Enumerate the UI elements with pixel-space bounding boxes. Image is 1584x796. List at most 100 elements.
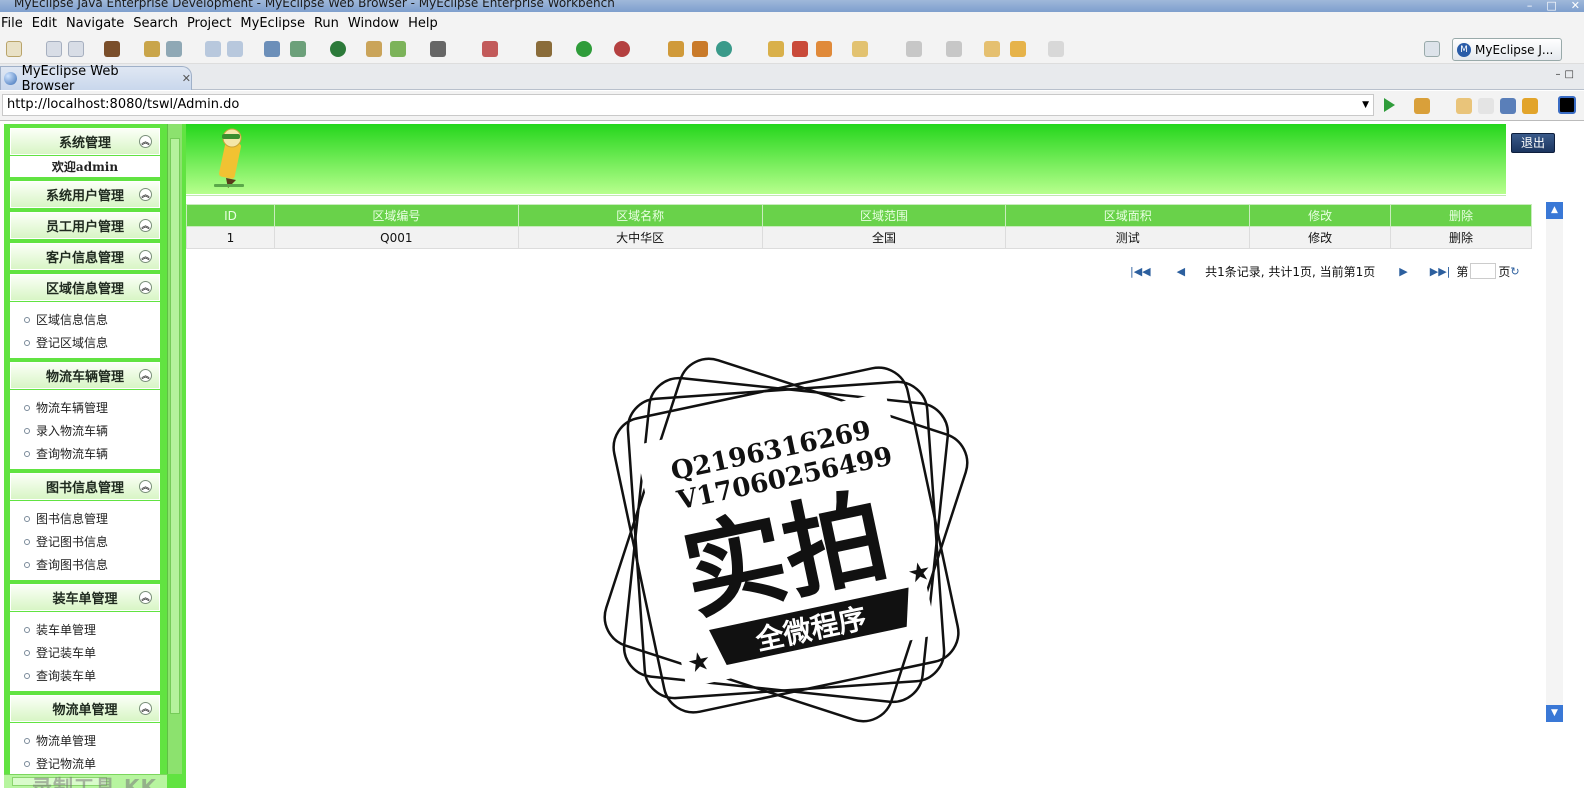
section-loading-orders[interactable]: 装车单管理 ︽ <box>10 584 160 611</box>
menu-file[interactable]: File <box>0 16 32 31</box>
new-wizard-icon[interactable] <box>482 41 498 57</box>
nav-item-register-book[interactable]: 登记图书信息 <box>10 530 160 553</box>
last-page-icon[interactable]: ▶▶| <box>1430 265 1451 278</box>
section-system-management[interactable]: 系统管理 ︽ <box>10 128 160 155</box>
menu-window[interactable]: Window <box>348 16 408 31</box>
collapse-icon[interactable]: ︽ <box>139 188 152 201</box>
prev-annotation-icon[interactable] <box>946 41 962 57</box>
collapse-icon[interactable]: ︽ <box>139 281 152 294</box>
nav-horizontal-scrollbar[interactable] <box>4 774 167 788</box>
bug-icon[interactable] <box>536 41 552 57</box>
folder-icon[interactable] <box>852 41 868 57</box>
scroll-thumb[interactable] <box>12 777 107 786</box>
external-tools-icon[interactable] <box>614 41 630 57</box>
section-region-info[interactable]: 区域信息管理 ︽ <box>10 274 160 301</box>
package-icon[interactable] <box>104 41 120 57</box>
page-number-input[interactable] <box>1470 263 1497 279</box>
first-page-icon[interactable]: |◀◀ <box>1130 265 1151 278</box>
back-icon[interactable] <box>1010 41 1026 57</box>
nav-item-register-loading[interactable]: 登记装车单 <box>10 641 160 664</box>
section-logistics-orders[interactable]: 物流单管理 ︽ <box>10 695 160 722</box>
open-resource-icon[interactable] <box>816 41 832 57</box>
collapse-icon[interactable]: ︽ <box>139 219 152 232</box>
menu-navigate[interactable]: Navigate <box>66 16 133 31</box>
nav-item-register-region[interactable]: 登记区域信息 <box>10 331 160 354</box>
collapse-icon[interactable]: ︽ <box>139 135 152 148</box>
section-employee-users[interactable]: 员工用户管理 ︽ <box>10 212 160 239</box>
browser-back-icon[interactable] <box>1456 98 1472 114</box>
menu-search[interactable]: Search <box>133 16 187 31</box>
save-icon[interactable] <box>46 41 62 57</box>
collapse-icon[interactable]: ︽ <box>139 480 152 493</box>
last-edit-icon[interactable] <box>984 41 1000 57</box>
sync-icon[interactable] <box>716 41 732 57</box>
hierarchy-icon[interactable] <box>668 41 684 57</box>
server-icon[interactable] <box>166 41 182 57</box>
delete-link[interactable]: 删除 <box>1390 226 1532 249</box>
collapse-icon[interactable]: ︽ <box>139 591 152 604</box>
save-all-icon[interactable] <box>68 41 84 57</box>
open-folder-icon[interactable] <box>366 41 382 57</box>
perspective-switcher[interactable]: M MyEclipse J... <box>1452 38 1562 61</box>
close-icon[interactable]: ✕ <box>1571 0 1580 12</box>
dropdown-arrow-icon[interactable]: ▼ <box>1362 95 1369 115</box>
pin-icon[interactable] <box>792 41 808 57</box>
minimize-icon[interactable]: – <box>1527 0 1533 12</box>
section-books[interactable]: 图书信息管理 ︽ <box>10 473 160 500</box>
collapse-icon[interactable]: ︽ <box>139 702 152 715</box>
tasks-icon[interactable] <box>692 41 708 57</box>
maximize-icon[interactable]: □ <box>1546 0 1556 12</box>
scroll-up-icon[interactable]: ▲ <box>1546 202 1563 219</box>
collapse-icon[interactable]: ︽ <box>139 250 152 263</box>
run-icon[interactable] <box>576 41 592 57</box>
bookmark-icon[interactable] <box>1414 98 1430 114</box>
nav-item-add-vehicle[interactable]: 录入物流车辆 <box>10 419 160 442</box>
menu-help[interactable]: Help <box>408 16 447 31</box>
open-perspective-icon[interactable] <box>1424 41 1440 57</box>
menu-run[interactable]: Run <box>314 16 348 31</box>
nav-item-register-logistics[interactable]: 登记物流单 <box>10 752 160 775</box>
collapse-icon[interactable]: ︽ <box>139 369 152 382</box>
nav-item-query-vehicle[interactable]: 查询物流车辆 <box>10 442 160 465</box>
debug-icon[interactable] <box>144 41 160 57</box>
go-page-icon[interactable]: ↻ <box>1510 265 1519 278</box>
nav-item-loading-management[interactable]: 装车单管理 <box>10 618 160 641</box>
section-system-users[interactable]: 系统用户管理 ︽ <box>10 181 160 208</box>
search-icon[interactable] <box>227 41 243 57</box>
next-annotation-icon[interactable] <box>906 41 922 57</box>
nav-item-region-info[interactable]: 区域信息信息 <box>10 308 160 331</box>
tab-web-browser[interactable]: MyEclipse Web Browser ✕ <box>0 64 192 94</box>
edit-icon[interactable] <box>205 41 221 57</box>
scroll-thumb[interactable] <box>170 138 180 714</box>
section-vehicles[interactable]: 物流车辆管理 ︽ <box>10 362 160 389</box>
console-icon[interactable] <box>1558 96 1576 114</box>
stop-icon[interactable] <box>1500 98 1516 114</box>
menu-edit[interactable]: Edit <box>32 16 66 31</box>
deploy-icon[interactable] <box>264 41 280 57</box>
menu-project[interactable]: Project <box>187 16 240 31</box>
globe-icon[interactable] <box>330 41 346 57</box>
run-server-icon[interactable] <box>290 41 306 57</box>
url-input[interactable]: http://localhost:8080/tswl/Admin.do ▼ <box>2 94 1374 116</box>
nav-item-query-loading[interactable]: 查询装车单 <box>10 664 160 687</box>
nav-item-logistics-management[interactable]: 物流单管理 <box>10 729 160 752</box>
camera-icon[interactable] <box>430 41 446 57</box>
prev-page-icon[interactable]: ◀ <box>1177 265 1185 278</box>
edit-link[interactable]: 修改 <box>1249 226 1392 249</box>
go-icon[interactable] <box>1384 98 1395 112</box>
section-customer-info[interactable]: 客户信息管理 ︽ <box>10 243 160 270</box>
nav-item-query-book[interactable]: 查询图书信息 <box>10 553 160 576</box>
nav-vertical-scrollbar[interactable] <box>167 124 182 774</box>
next-page-icon[interactable]: ▶ <box>1399 265 1407 278</box>
new-icon[interactable] <box>6 41 22 57</box>
menu-myeclipse[interactable]: MyEclipse <box>240 16 314 31</box>
browser-refresh-icon[interactable] <box>1522 98 1538 114</box>
nav-item-vehicle-management[interactable]: 物流车辆管理 <box>10 396 160 419</box>
minimize-maximize-icon[interactable]: –□ <box>1556 69 1578 80</box>
forward-icon[interactable] <box>1048 41 1064 57</box>
refresh-icon[interactable] <box>390 41 406 57</box>
logout-button[interactable]: 退出 <box>1511 133 1555 153</box>
scroll-down-icon[interactable]: ▼ <box>1546 705 1563 722</box>
nav-item-book-management[interactable]: 图书信息管理 <box>10 507 160 530</box>
close-tab-icon[interactable]: ✕ <box>182 72 191 85</box>
